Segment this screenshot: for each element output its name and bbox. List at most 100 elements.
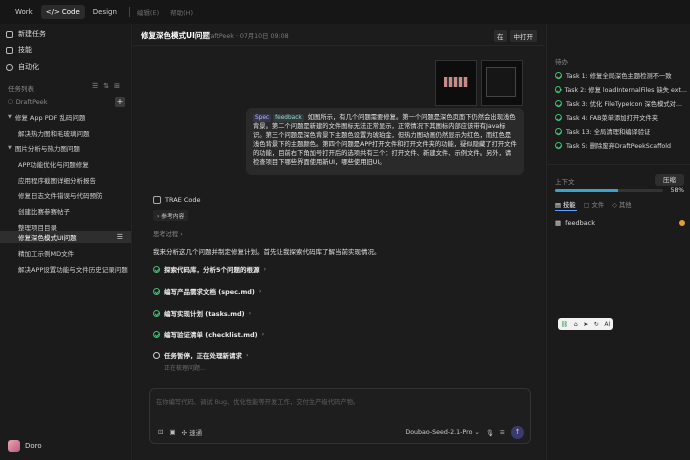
tab-work[interactable]: Work <box>10 5 38 19</box>
sidebar: 新建任务 技能 自动化 任务列表 ☰ ⇅ ⊞ ▢ DraftPeek + ▼ 修复 A… <box>0 24 132 460</box>
bookmark-icon[interactable]: ⌂ <box>574 321 578 328</box>
check-icon <box>555 86 561 93</box>
list-item[interactable]: 精加工示例MD文件 <box>0 247 131 259</box>
check-icon <box>153 287 160 295</box>
chat-input-placeholder: 在你编写代码、调试 Bug、优化性能等开发工作，交付生产级代码产物。 <box>156 399 360 406</box>
todo-item[interactable]: Task 13: 全局清理和编译验证 <box>555 127 687 136</box>
link-icon[interactable]: ⛓ <box>561 321 569 328</box>
context-progress-fill <box>555 189 618 192</box>
tab-files[interactable]: ▢ 文件 <box>584 200 605 209</box>
step-item[interactable]: 编写产品需求文档 (spec.md) › <box>153 286 262 296</box>
avatar <box>8 440 20 452</box>
todo-item[interactable]: Task 2: 修复 loadInternalFiles 缺失 ext... <box>555 85 687 94</box>
step-item[interactable]: 探索代码库，分析5个问题的根源 › <box>153 264 266 274</box>
attach-icon[interactable]: ⊡ <box>158 428 163 436</box>
user-profile[interactable]: Doro <box>8 440 42 452</box>
translate-icon[interactable]: AI <box>604 321 610 328</box>
list-item[interactable]: ▼ 图片分析与热力图问题 <box>0 142 131 154</box>
breadcrumb: DraftPeek · 07月10日 09:08 <box>203 33 289 40</box>
check-icon <box>555 72 562 79</box>
list-item[interactable]: APP功能优化与问题修复 <box>0 158 131 170</box>
step-status: 正在梳理问题... <box>164 365 206 372</box>
tab-skills[interactable]: ▤ 技能 <box>555 200 576 209</box>
menu-edit[interactable]: 编辑(E) <box>137 7 159 17</box>
list-icon[interactable]: ☰ <box>117 233 123 241</box>
list-item[interactable]: 修复日志文件错误与代码预防 <box>0 189 131 201</box>
attachment-thumbnail[interactable] <box>481 60 523 106</box>
new-task-button[interactable]: 新建任务 <box>6 29 46 39</box>
todo-item[interactable]: Task 3: 优化 FileTypeIcon 深色模式对... <box>555 99 687 108</box>
mode-toggle[interactable]: ✣ 速通 <box>182 427 203 437</box>
send-button[interactable]: ↑ <box>511 426 524 439</box>
menu-help[interactable]: 帮助(H) <box>170 7 193 17</box>
model-select[interactable]: Doubao-Seed-2.1-Pro ⌄ <box>405 429 479 436</box>
automation-button[interactable]: 自动化 <box>6 62 39 72</box>
tab-design[interactable]: Design <box>88 5 122 19</box>
chat-panel: 修复深色模式UI问题 DraftPeek · 07月10日 09:08 在 中打… <box>133 24 545 460</box>
list-item[interactable]: 创建比赛参赛帖子 <box>0 205 131 217</box>
refresh-icon[interactable]: ↻ <box>594 321 599 328</box>
folder-icon: ▢ <box>8 99 13 105</box>
other-icon: ◇ <box>612 202 617 209</box>
chevron-down-icon: ▼ <box>8 114 12 120</box>
step-item[interactable]: 编写验证清单 (checklist.md) › <box>153 329 264 339</box>
sort-icon[interactable]: ⇅ <box>103 82 109 90</box>
agent-header: TRAE Code <box>153 196 200 204</box>
check-icon <box>153 309 160 317</box>
active-tab-indicator <box>555 210 577 211</box>
tab-other[interactable]: ◇ 其他 <box>612 200 631 209</box>
page-title: 修复深色模式UI问题 <box>141 31 210 40</box>
send-icon[interactable]: ➤ <box>583 321 588 328</box>
chat-input[interactable]: 在你编写代码、调试 Bug、优化性能等开发工作，交付生产级代码产物。 ⊡ ▣ ✣… <box>149 388 531 444</box>
list-item[interactable]: 应用程序截图详细分析报告 <box>0 174 131 186</box>
context-title: 上下文 <box>555 178 575 186</box>
check-icon <box>555 128 562 135</box>
project-row[interactable]: ▢ DraftPeek + <box>0 96 131 108</box>
filter-icon[interactable]: ☰ <box>92 82 98 90</box>
list-item[interactable]: 解决APP设置功能与文件历史记录问题 <box>0 263 131 275</box>
floating-toolbar: ⛓ ⌂ ➤ ↻ AI <box>558 318 613 330</box>
image-icon[interactable]: ▣ <box>169 428 175 436</box>
file-icon: ▢ <box>583 202 590 209</box>
skills-button[interactable]: 技能 <box>6 45 32 55</box>
right-panel: 待办 Task 1: 修复全局深色主题检测不一致 Task 2: 修复 load… <box>546 24 690 460</box>
add-task-button[interactable]: + <box>115 97 125 107</box>
mic-icon[interactable]: 🎙 <box>486 429 494 437</box>
task-list-title: 任务列表 <box>8 85 34 93</box>
step-item[interactable]: 任务暂停，正在处理新请求 › <box>153 350 249 360</box>
user-message: Spec feedback 如图所示，有几个问题需要修复。第一个问题是深色页面下仍… <box>246 108 524 175</box>
attachment-thumbnail[interactable] <box>435 60 477 106</box>
check-icon <box>555 100 562 107</box>
folder-add-icon[interactable]: ⊞ <box>114 82 120 90</box>
todo-item[interactable]: Task 4: FAB菜单添加打开文件夹 <box>555 113 687 122</box>
skill-item[interactable]: ▦ feedback <box>555 219 685 227</box>
settings-icon[interactable]: ≡ <box>500 429 505 436</box>
check-icon <box>555 114 562 121</box>
skill-icon: ▦ <box>555 219 562 227</box>
check-icon <box>153 265 160 273</box>
reference-chip[interactable]: › 参考内容 <box>153 210 189 221</box>
skill-icon <box>6 46 13 54</box>
open-in-button[interactable]: 在 中打开 <box>494 29 537 42</box>
top-bar: Work </> Code Design 编辑(E) 帮助(H) <box>0 0 690 24</box>
todo-item[interactable]: Task 5: 删除废弃DraftPeekScaffold <box>555 141 687 150</box>
check-icon <box>555 142 562 149</box>
agent-icon <box>153 196 161 204</box>
agent-intro: 我来分析这几个问题并制定修复计划。首先让我探索代码库了解当前实现情况。 <box>153 248 381 256</box>
list-item[interactable]: ▼ 修复 App PDF 乱码问题 <box>0 111 131 123</box>
compress-button[interactable]: 压缩 <box>655 174 684 186</box>
list-item-selected[interactable]: 修复深色模式UI问题 ☰ <box>0 231 131 243</box>
context-progress <box>555 189 663 192</box>
tabs-icon: ▤ <box>555 202 561 209</box>
context-tabs: ▤ 技能 ▢ 文件 ◇ 其他 <box>555 200 632 209</box>
automation-icon <box>6 63 13 71</box>
thinking-toggle[interactable]: 思考过程 › <box>153 229 183 238</box>
code-icon: </> <box>45 8 60 16</box>
step-item[interactable]: 编写实现计划 (tasks.md) › <box>153 308 251 318</box>
todo-item[interactable]: Task 1: 修复全局深色主题检测不一致 <box>555 71 687 80</box>
tab-code[interactable]: </> Code <box>40 5 85 19</box>
list-item[interactable]: 解决热力图和毛玻璃问题 <box>0 127 131 139</box>
spec-tag: Spec <box>253 114 272 122</box>
divider <box>128 7 130 17</box>
divider <box>547 164 690 165</box>
